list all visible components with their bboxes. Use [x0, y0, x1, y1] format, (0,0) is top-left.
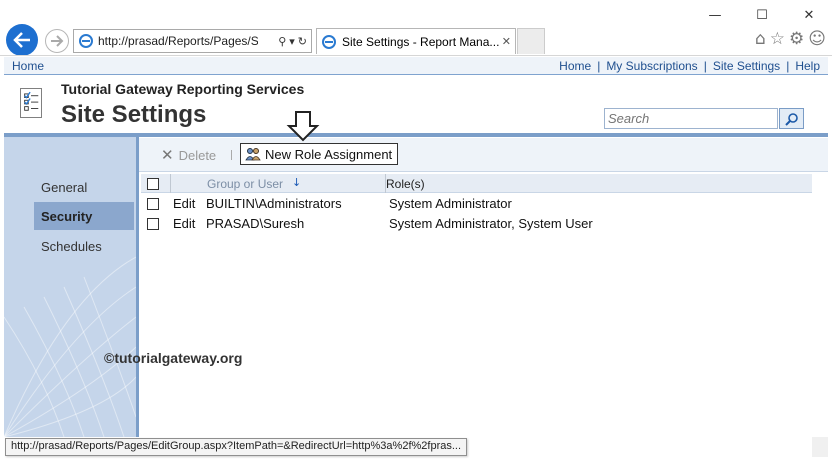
table-header: Group or User ↓ Role(s) [141, 174, 812, 193]
group-name: PRASAD\Suresh [206, 216, 305, 231]
table-row: Edit BUILTIN\Administrators System Admin… [141, 194, 812, 214]
top-links: Home | My Subscriptions | Site Settings … [559, 59, 820, 73]
header-roles: Role(s) [386, 177, 425, 191]
search-button[interactable] [779, 108, 804, 129]
tab-title: Site Settings - Report Mana... [342, 34, 500, 49]
link-separator: | [597, 59, 601, 73]
row-checkbox[interactable] [147, 218, 159, 230]
nav-item-general[interactable]: General [34, 173, 134, 201]
smiley-icon[interactable]: ☺ [808, 29, 826, 49]
left-nav: General Security Schedules [4, 137, 136, 437]
settings-page-icon [20, 88, 42, 118]
nav-item-security[interactable]: Security [34, 202, 134, 230]
window-controls: — ☐ ✕ [692, 4, 832, 26]
refresh-icon[interactable]: ↻ [298, 35, 307, 48]
top-link-my-subscriptions[interactable]: My Subscriptions [606, 59, 697, 73]
table-row: Edit PRASAD\Suresh System Administrator,… [141, 214, 812, 234]
row-checkbox[interactable] [147, 198, 159, 210]
delete-button[interactable]: ✕ Delete [161, 146, 216, 164]
edit-link[interactable]: Edit [173, 196, 195, 211]
arrow-left-icon [13, 32, 30, 48]
home-link[interactable]: Home [12, 59, 44, 73]
address-text: http://prasad/Reports/Pages/S [98, 34, 258, 48]
status-bar-url: http://prasad/Reports/Pages/EditGroup.as… [5, 438, 468, 456]
top-link-home[interactable]: Home [559, 59, 591, 73]
forward-button[interactable] [45, 29, 69, 53]
nav-item-label: Schedules [41, 238, 102, 254]
delete-label: Delete [178, 147, 217, 163]
address-actions: ⚲ ▾ ↻ [278, 35, 311, 48]
nav-item-schedules[interactable]: Schedules [34, 232, 134, 260]
top-link-help[interactable]: Help [795, 59, 820, 73]
back-button[interactable] [6, 24, 38, 56]
new-role-label: New Role Assignment [265, 146, 393, 162]
search-input[interactable] [604, 108, 778, 129]
close-tab-icon[interactable]: ✕ [502, 35, 511, 48]
header-group-or-user[interactable]: Group or User [207, 177, 283, 191]
edit-link[interactable]: Edit [173, 216, 195, 231]
watermark: ©tutorialgateway.org [104, 350, 243, 366]
dropdown-icon[interactable]: ▾ [289, 35, 295, 48]
security-toolbar: ✕ Delete New Role Assignment [139, 138, 828, 172]
arrow-down-annotation-icon [286, 111, 320, 142]
home-icon[interactable]: ⌂ [755, 29, 766, 49]
delete-icon: ✕ [161, 146, 174, 164]
new-tab-button[interactable] [517, 28, 545, 54]
chrome-separator [0, 55, 832, 56]
top-link-site-settings[interactable]: Site Settings [713, 59, 780, 73]
role-list: System Administrator [389, 196, 512, 211]
link-separator: | [786, 59, 790, 73]
gear-icon[interactable]: ⚙ [789, 29, 804, 49]
close-icon[interactable]: ✕ [786, 4, 832, 26]
brand-name: Tutorial Gateway Reporting Services [61, 81, 305, 97]
scrollbar-corner [812, 437, 828, 457]
page-title: Site Settings [61, 101, 207, 128]
role-list: System Administrator, System User [389, 216, 593, 231]
select-all-checkbox[interactable] [147, 178, 159, 190]
address-bar[interactable]: http://prasad/Reports/Pages/S ⚲ ▾ ↻ [73, 29, 312, 53]
nav-item-label: Security [41, 208, 93, 224]
sort-down-icon: ↓ [292, 176, 302, 189]
nav-item-label: General [41, 179, 88, 195]
column-divider [170, 174, 171, 193]
group-name: BUILTIN\Administrators [206, 196, 342, 211]
ie-icon [79, 34, 93, 48]
toolbar-separator [231, 150, 232, 160]
search-icon[interactable]: ⚲ [278, 35, 286, 48]
minimize-icon[interactable]: — [692, 4, 738, 26]
new-role-assignment-button[interactable]: New Role Assignment [240, 143, 399, 165]
browser-tools: ⌂ ☆ ⚙ ☺ [755, 29, 826, 49]
nav-divider [136, 137, 139, 437]
users-icon [245, 148, 261, 161]
report-topbar: Home Home | My Subscriptions | Site Sett… [4, 57, 828, 75]
maximize-icon[interactable]: ☐ [739, 4, 785, 26]
favorites-icon[interactable]: ☆ [770, 29, 785, 49]
link-separator: | [703, 59, 707, 73]
magnifier-icon [784, 112, 798, 126]
ie-icon [322, 34, 336, 49]
browser-tab[interactable]: Site Settings - Report Mana... ✕ [316, 28, 516, 54]
arrow-right-icon [51, 35, 64, 47]
